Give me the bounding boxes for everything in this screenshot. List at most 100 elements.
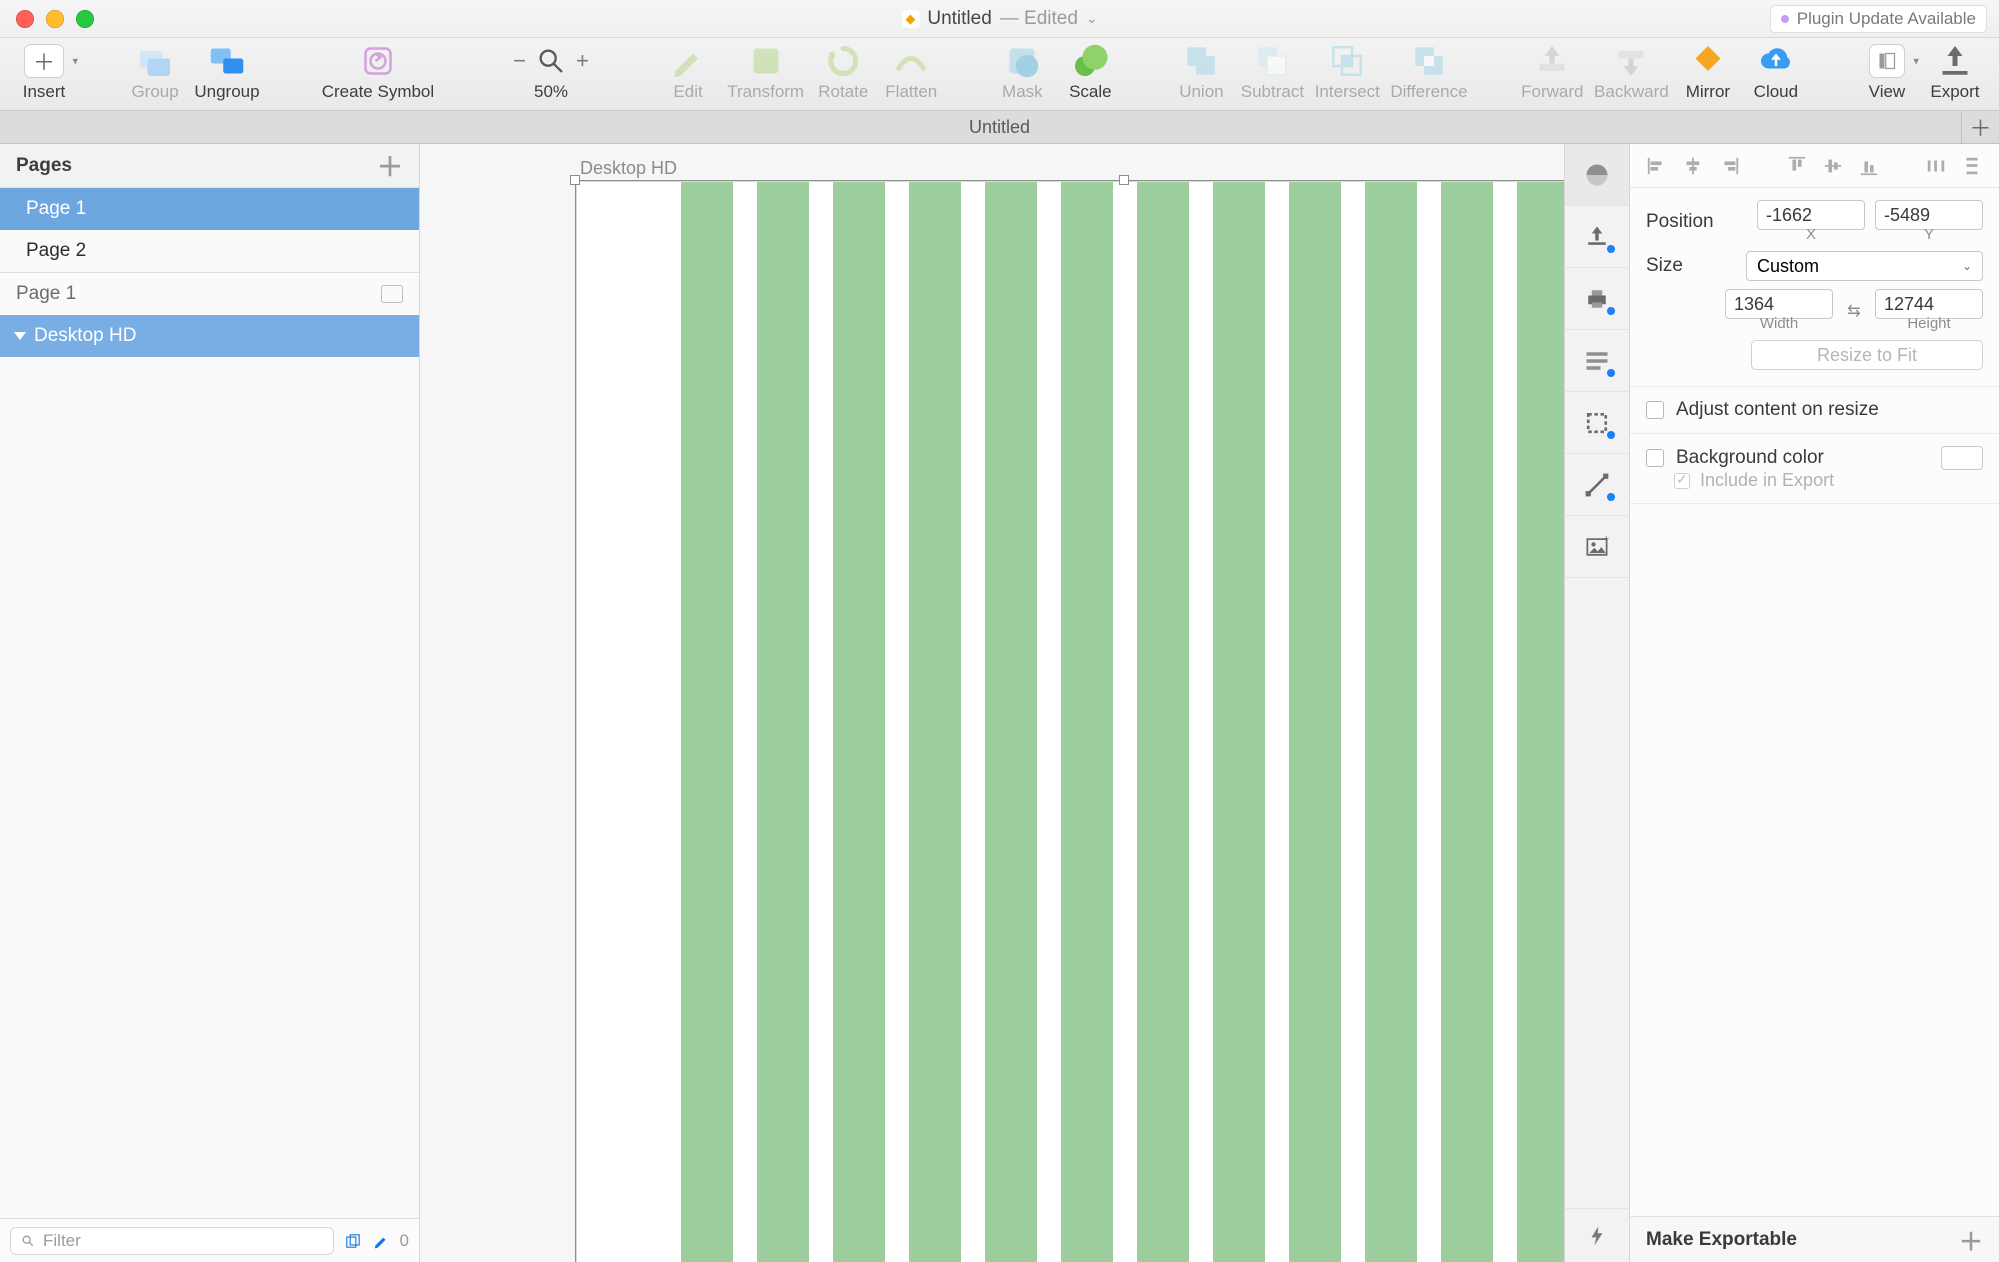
flatten-icon (891, 44, 931, 78)
checkbox-icon (1674, 473, 1690, 489)
distribute-v-icon[interactable] (1961, 155, 1983, 177)
artboard-title[interactable]: Desktop HD (580, 158, 677, 179)
intersect-button[interactable]: Intersect (1309, 44, 1385, 104)
left-panel-footer: Filter 0 (0, 1218, 419, 1262)
align-right-icon[interactable] (1718, 155, 1740, 177)
create-symbol-button[interactable]: Create Symbol (308, 44, 448, 104)
window-title[interactable]: ◆ Untitled — Edited ⌄ (901, 8, 1097, 30)
rotate-button[interactable]: Rotate (809, 44, 877, 104)
view-button[interactable]: ▾ View (1853, 44, 1921, 104)
resize-handle-n[interactable] (1119, 175, 1129, 185)
checkbox-icon[interactable] (1646, 401, 1664, 419)
group-label: Group (131, 82, 178, 102)
position-x-caption: X (1806, 226, 1816, 243)
add-page-button[interactable]: ＋ (377, 147, 403, 184)
checkbox-icon[interactable] (1646, 449, 1664, 467)
adjust-content-label: Adjust content on resize (1676, 399, 1879, 421)
inspector-tab-vector[interactable] (1565, 454, 1629, 516)
subtract-label: Subtract (1241, 82, 1304, 102)
disclosure-triangle-icon[interactable] (14, 332, 26, 340)
mirror-label: Mirror (1686, 82, 1730, 102)
align-bottom-icon[interactable] (1858, 155, 1880, 177)
zoom-in-button[interactable]: + (576, 48, 589, 74)
adjust-content-row[interactable]: Adjust content on resize (1630, 387, 1999, 434)
collapse-icon[interactable] (381, 285, 403, 303)
plugin-update-label: Plugin Update Available (1797, 9, 1976, 29)
window-title-edited: — Edited (1000, 8, 1078, 30)
inspector-tab-print[interactable] (1565, 268, 1629, 330)
page-item-label: Page 2 (26, 240, 86, 262)
chevron-down-icon: ⌄ (1962, 259, 1972, 273)
inspector-tab-crop[interactable] (1565, 392, 1629, 454)
position-label: Position (1646, 211, 1736, 233)
inspector-tab-plugins[interactable] (1565, 1208, 1629, 1262)
resize-to-fit-button[interactable]: Resize to Fit (1751, 340, 1983, 370)
align-vcenter-icon[interactable] (1822, 155, 1844, 177)
intersect-icon (1327, 44, 1367, 78)
svg-text:+: + (1603, 533, 1609, 545)
forward-label: Forward (1521, 82, 1583, 102)
plugin-update-notice[interactable]: Plugin Update Available (1770, 5, 1987, 33)
forward-button[interactable]: Forward (1516, 44, 1589, 104)
close-window-button[interactable] (16, 10, 34, 28)
backward-button[interactable]: Backward (1589, 44, 1674, 104)
minimize-window-button[interactable] (46, 10, 64, 28)
resize-to-fit-label: Resize to Fit (1817, 345, 1917, 366)
pages-title: Pages (16, 155, 72, 177)
chevron-down-icon: ⌄ (1086, 10, 1098, 27)
cloud-button[interactable]: Cloud (1742, 44, 1810, 104)
subtract-button[interactable]: Subtract (1235, 44, 1309, 104)
union-button[interactable]: Union (1167, 44, 1235, 104)
mask-button[interactable]: Mask (988, 44, 1056, 104)
inspector-tab-align[interactable] (1565, 144, 1629, 206)
align-left-icon[interactable] (1646, 155, 1668, 177)
page-item[interactable]: Page 1 (0, 188, 419, 230)
mirror-icon (1688, 44, 1728, 78)
layer-group-header[interactable]: Page 1 (0, 273, 419, 315)
layers-list: Desktop HD (0, 315, 419, 1262)
scale-button[interactable]: Scale (1056, 44, 1124, 104)
transform-button[interactable]: Transform (722, 44, 809, 104)
union-label: Union (1179, 82, 1223, 102)
add-export-button[interactable]: ＋ (1959, 1222, 1983, 1257)
rotate-icon (823, 44, 863, 78)
width-caption: Width (1760, 315, 1798, 332)
resize-handle-nw[interactable] (570, 175, 580, 185)
inspector-tab-text[interactable] (1565, 330, 1629, 392)
traffic-lights (0, 10, 94, 28)
canvas-tab-title[interactable]: Untitled (969, 117, 1030, 138)
zoom-out-button[interactable]: − (513, 48, 526, 74)
layer-row-artboard[interactable]: Desktop HD (0, 315, 419, 357)
background-color-swatch[interactable] (1941, 446, 1983, 470)
ungroup-button[interactable]: Ungroup (189, 44, 265, 104)
inspector-tab-image[interactable]: + (1565, 516, 1629, 578)
mirror-button[interactable]: Mirror (1674, 44, 1742, 104)
edit-button[interactable]: Edit (654, 44, 722, 104)
group-button[interactable]: Group (121, 44, 189, 104)
make-exportable-header[interactable]: Make Exportable ＋ (1630, 1216, 1999, 1262)
insert-button[interactable]: ＋▾ Insert (10, 44, 78, 104)
zoom-window-button[interactable] (76, 10, 94, 28)
filter-placeholder: Filter (43, 1231, 81, 1251)
flatten-button[interactable]: Flatten (877, 44, 945, 104)
export-button[interactable]: Export (1921, 44, 1989, 104)
align-top-icon[interactable] (1786, 155, 1808, 177)
footer-mini-controls[interactable]: 0 (344, 1231, 409, 1251)
zoom-control[interactable]: − + 50% (491, 44, 611, 104)
difference-button[interactable]: Difference (1385, 44, 1473, 104)
size-preset-select[interactable]: Custom ⌄ (1746, 251, 1983, 281)
send-backward-icon (1611, 44, 1651, 78)
export-label: Export (1930, 82, 1979, 102)
layer-filter-input[interactable]: Filter (10, 1227, 334, 1255)
add-tab-button[interactable]: ＋ (1961, 111, 1999, 143)
position-y-caption: Y (1924, 226, 1934, 243)
canvas-area[interactable]: Desktop HD (420, 144, 1629, 1262)
page-item[interactable]: Page 2 (0, 230, 419, 272)
lock-aspect-button[interactable]: ⇆ (1843, 301, 1865, 321)
height-caption: Height (1907, 315, 1950, 332)
cloud-label: Cloud (1754, 82, 1798, 102)
align-hcenter-icon[interactable] (1682, 155, 1704, 177)
distribute-h-icon[interactable] (1925, 155, 1947, 177)
inspector-tab-export[interactable] (1565, 206, 1629, 268)
artboard[interactable] (577, 182, 1629, 1262)
